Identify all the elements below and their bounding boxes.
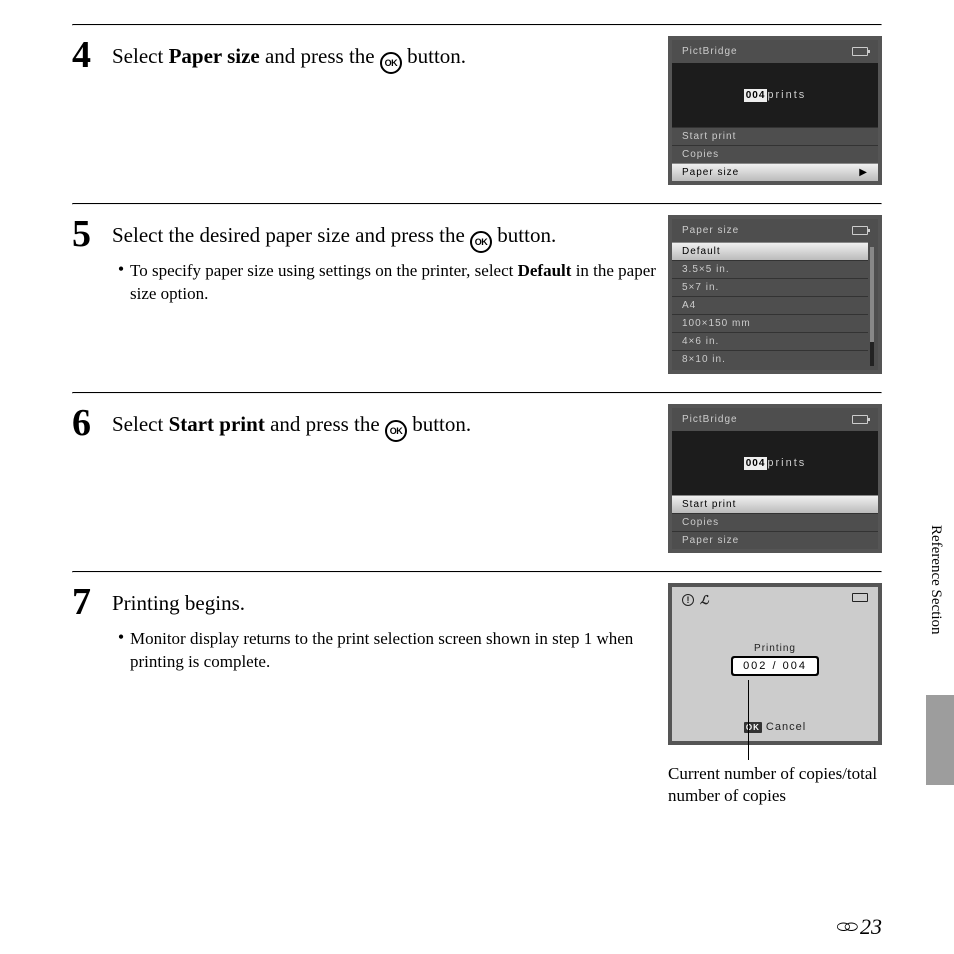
ok-icon: OK [380, 52, 402, 74]
camera-screen-printing: ! ℒ Printing 002 / 004 OK Cancel [668, 583, 882, 745]
step-number: 6 [72, 404, 112, 442]
bullet-item: • To specify paper size using settings o… [112, 260, 660, 306]
camera-screen-papersize: Paper size Default 3.5×5 in. 5×7 in. A4 … [668, 215, 882, 374]
menu-item: 4×6 in. [672, 332, 868, 350]
step-6: 6 Select Start print and press the OK bu… [72, 394, 882, 571]
ok-icon: OK [385, 420, 407, 442]
step-number: 4 [72, 36, 112, 74]
battery-icon [852, 593, 868, 602]
menu-list: Start print Copies Paper size▶ [672, 127, 878, 181]
screen-title: Paper size [682, 225, 739, 236]
print-counter: 002 / 004 [732, 657, 818, 675]
step-number: 5 [72, 215, 112, 253]
side-label: Reference Section [927, 525, 954, 705]
info-icon: ! [682, 594, 694, 606]
step-number: 7 [72, 583, 112, 621]
menu-item: 100×150 mm [672, 314, 868, 332]
screen-title: PictBridge [682, 46, 738, 57]
page-number: ⬭⬭ 23 [837, 914, 882, 940]
step-body: Printing begins. • Monitor display retur… [112, 583, 668, 674]
reference-icon: ⬭⬭ [837, 919, 852, 937]
step-title: Select Paper size and press the OK butto… [112, 42, 660, 71]
menu-item: 8×10 in. [672, 350, 868, 368]
step-title: Select the desired paper size and press … [112, 221, 660, 250]
camera-screen-pictbridge: PictBridge 004prints Start print Copies … [668, 36, 882, 185]
ok-icon: OK [744, 722, 762, 733]
caption: Current number of copies/total number of… [668, 763, 882, 807]
callout-line [748, 680, 749, 760]
step-title: Printing begins. [112, 589, 660, 618]
cancel-hint: OK Cancel [672, 721, 878, 733]
camera-screen-startprint: PictBridge 004prints Start print Copies … [668, 404, 882, 553]
battery-icon [852, 47, 868, 56]
menu-item: Copies [672, 513, 878, 531]
print-count: 004 [744, 457, 768, 470]
battery-icon [852, 226, 868, 235]
menu-item: Start print [672, 127, 878, 145]
side-tab: Reference Section [927, 525, 954, 705]
menu-item: Copies [672, 145, 878, 163]
step-4: 4 Select Paper size and press the OK but… [72, 26, 882, 203]
step-title: Select Start print and press the OK butt… [112, 410, 660, 439]
bullet-item: • Monitor display returns to the print s… [112, 628, 660, 674]
battery-icon [852, 415, 868, 424]
menu-item: 3.5×5 in. [672, 260, 868, 278]
menu-item-selected: Start print [672, 495, 878, 513]
menu-item-selected: Paper size▶ [672, 163, 878, 181]
menu-item: A4 [672, 296, 868, 314]
pictbridge-icon: ℒ [700, 593, 709, 607]
menu-item: Paper size [672, 531, 878, 549]
step-body: Select Paper size and press the OK butto… [112, 36, 668, 71]
step-7: 7 Printing begins. • Monitor display ret… [72, 573, 882, 807]
arrow-right-icon: ▶ [859, 167, 868, 178]
step-body: Select Start print and press the OK butt… [112, 404, 668, 439]
step-5: 5 Select the desired paper size and pres… [72, 205, 882, 392]
menu-item-selected: Default [672, 242, 868, 260]
menu-item: 5×7 in. [672, 278, 868, 296]
screen-title: PictBridge [682, 414, 738, 425]
scrollbar [870, 247, 874, 366]
print-count: 004 [744, 89, 768, 102]
side-tab-marker [926, 695, 954, 785]
printing-label: Printing [672, 643, 878, 654]
ok-icon: OK [470, 231, 492, 253]
step-body: Select the desired paper size and press … [112, 215, 668, 306]
